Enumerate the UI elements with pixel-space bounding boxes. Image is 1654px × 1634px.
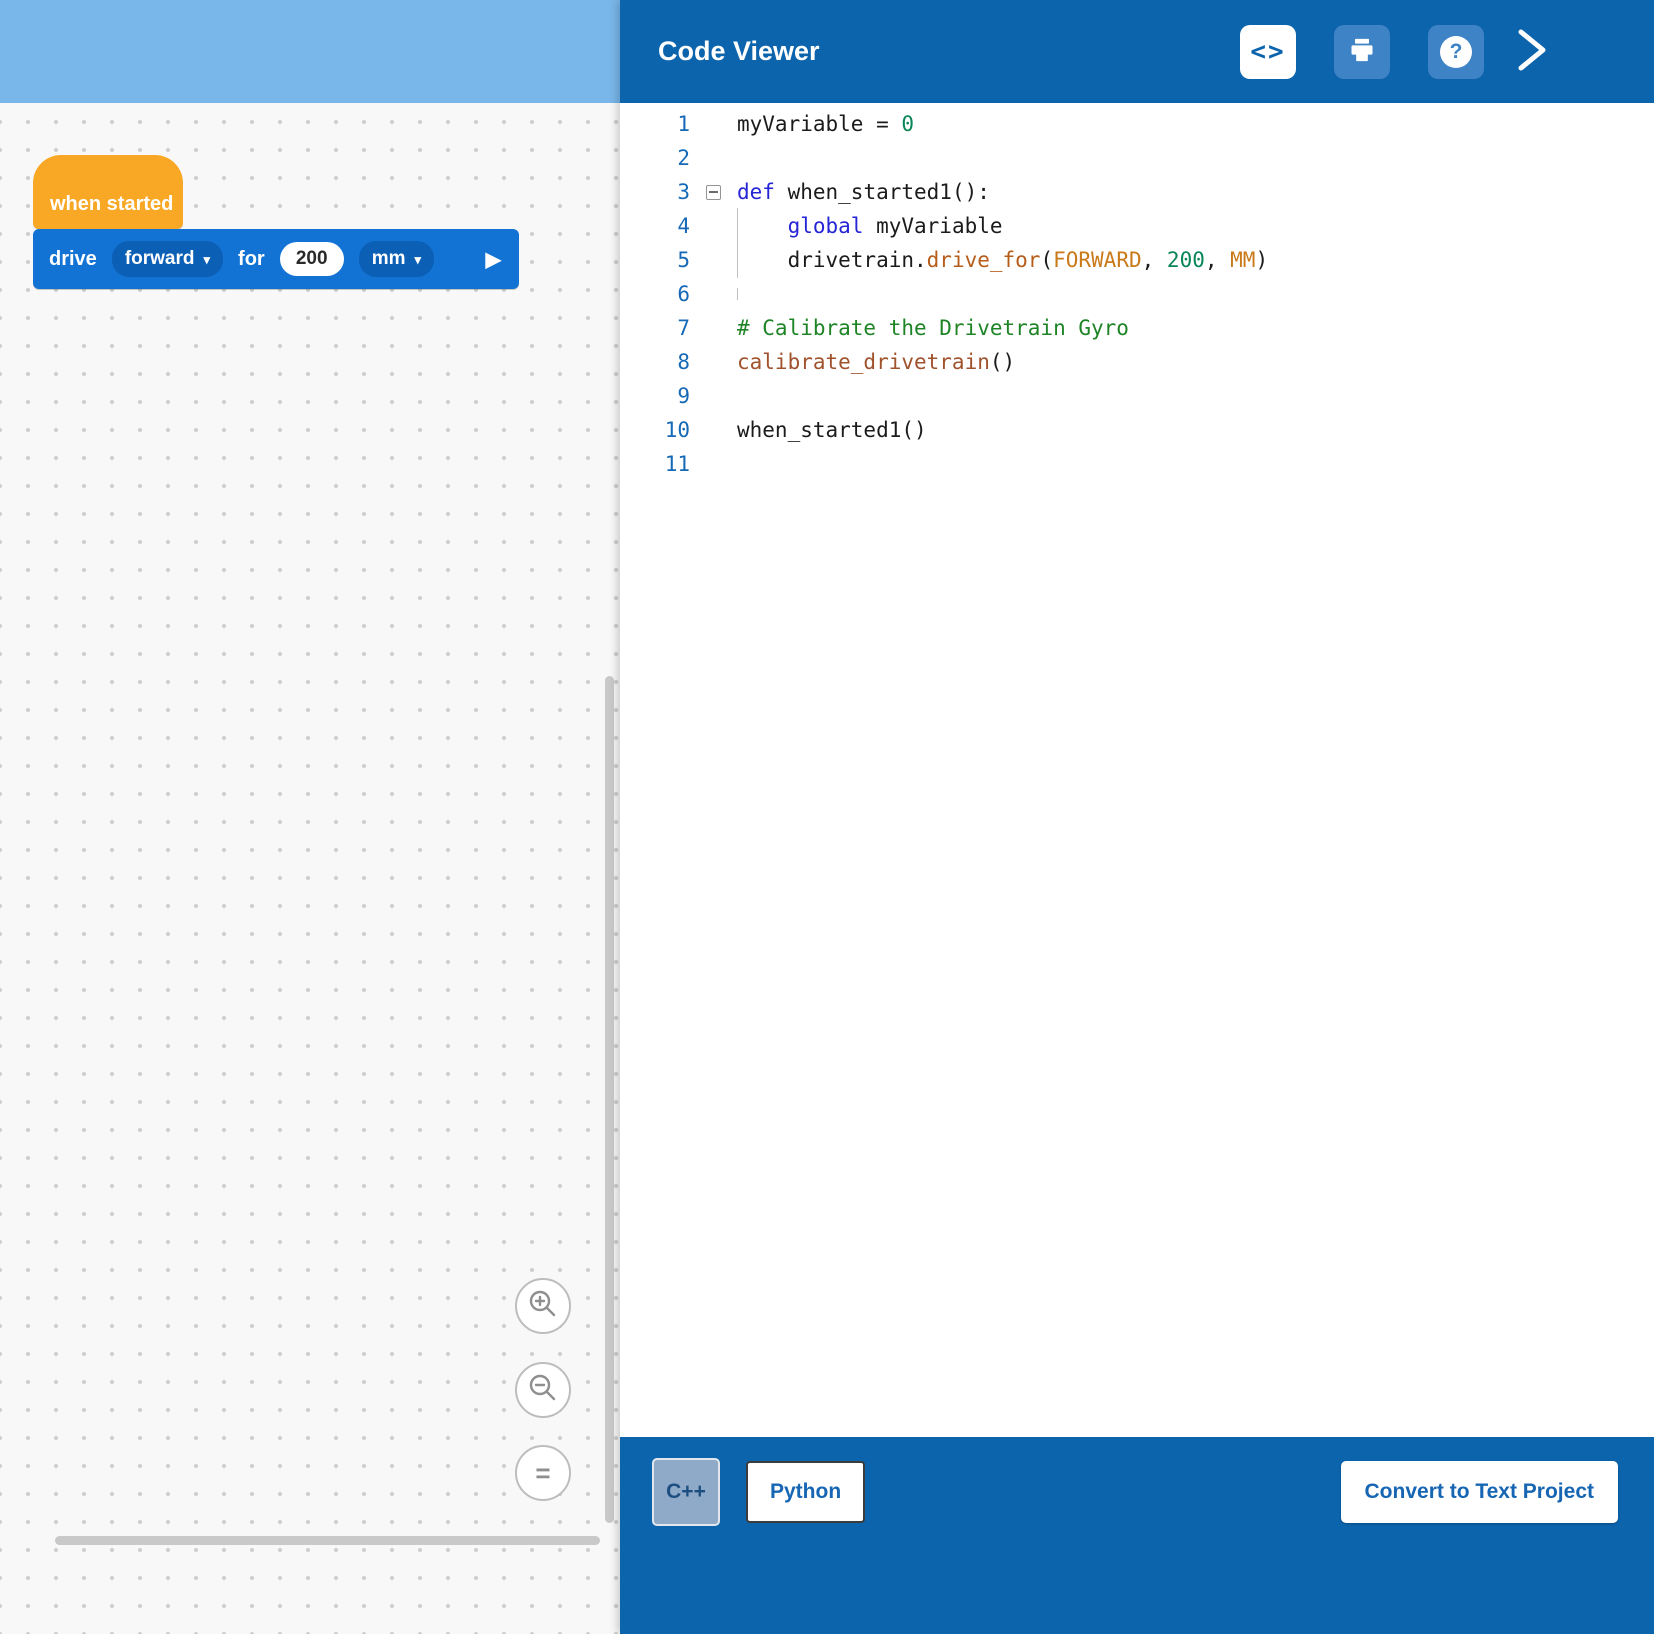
unit-value: mm: [372, 248, 406, 270]
cpp-tab-button[interactable]: C++: [652, 1458, 720, 1526]
zoom-reset-button[interactable]: =: [515, 1445, 571, 1501]
fold-gutter: [690, 447, 737, 481]
zoom-in-icon: [528, 1289, 558, 1324]
code-line: 10 when_started1(): [620, 413, 1654, 447]
code-text: global myVariable: [737, 214, 1003, 238]
print-button[interactable]: [1334, 25, 1390, 79]
code-text: def when_started1():: [737, 180, 990, 204]
code-line: 8 calibrate_drivetrain(): [620, 345, 1654, 379]
fold-gutter: [690, 379, 737, 413]
fold-toggle[interactable]: [690, 175, 737, 209]
zoom-reset-icon: =: [535, 1458, 550, 1489]
header-icons: <> ?: [1240, 25, 1484, 79]
fold-gutter: [690, 243, 737, 277]
fold-minus-icon[interactable]: [706, 185, 721, 200]
chevron-down-icon: ▾: [204, 253, 211, 266]
drive-label: drive: [49, 248, 97, 271]
code-line: 6: [620, 277, 1654, 311]
code-line: 7 # Calibrate the Drivetrain Gyro: [620, 311, 1654, 345]
zoom-out-button[interactable]: [515, 1362, 571, 1418]
line-number: 8: [620, 350, 690, 374]
for-label: for: [238, 248, 265, 271]
drive-for-block[interactable]: drive forward ▾ for 200 mm ▾ ▶: [33, 229, 519, 289]
code-line: 11: [620, 447, 1654, 481]
fold-gutter: [690, 413, 737, 447]
when-started-label: when started: [50, 193, 173, 216]
chevron-right-icon: [1514, 25, 1550, 78]
print-icon: [1348, 36, 1376, 67]
fold-gutter: [690, 345, 737, 379]
code-line: 3 def when_started1():: [620, 175, 1654, 209]
code-viewer-header: Code Viewer <> ?: [620, 0, 1654, 103]
line-number: 11: [620, 452, 690, 476]
line-number: 7: [620, 316, 690, 340]
code-line: 9: [620, 379, 1654, 413]
code-text: calibrate_drivetrain(): [737, 350, 1015, 374]
code-text: myVariable = 0: [737, 112, 914, 136]
code-icon: <>: [1250, 37, 1285, 67]
unit-dropdown[interactable]: mm ▾: [359, 241, 434, 277]
convert-to-text-project-button[interactable]: Convert to Text Project: [1341, 1461, 1618, 1523]
fold-gutter: [690, 311, 737, 345]
panel-title: Code Viewer: [658, 36, 820, 67]
horizontal-scrollbar[interactable]: [55, 1536, 600, 1545]
distance-input[interactable]: 200: [280, 242, 344, 276]
line-number: 5: [620, 248, 690, 272]
blocks-workspace[interactable]: when started drive forward ▾ for 200 mm …: [0, 0, 620, 1634]
code-line: 1 myVariable = 0: [620, 107, 1654, 141]
toolbar-strip: [0, 0, 620, 103]
line-number: 4: [620, 214, 690, 238]
code-text: drivetrain.drive_for(FORWARD, 200, MM): [737, 248, 1268, 272]
code-text: # Calibrate the Drivetrain Gyro: [737, 316, 1129, 340]
fold-gutter: [690, 209, 737, 243]
expand-block-arrow-icon[interactable]: ▶: [486, 247, 501, 272]
code-text: when_started1(): [737, 418, 927, 442]
chevron-down-icon: ▾: [415, 253, 422, 266]
code-line: 2: [620, 141, 1654, 175]
code-area: 1 myVariable = 0 2 3 def when_started1(): 4 g…: [620, 103, 1654, 1437]
code-line: 5 drivetrain.drive_for(FORWARD, 200, MM): [620, 243, 1654, 277]
direction-value: forward: [125, 248, 195, 270]
when-started-block[interactable]: when started: [33, 155, 183, 229]
line-number: 2: [620, 146, 690, 170]
direction-dropdown[interactable]: forward ▾: [112, 241, 223, 277]
fold-gutter: [690, 277, 737, 311]
line-number: 9: [620, 384, 690, 408]
code-viewer-panel: Code Viewer <> ?: [620, 0, 1654, 1634]
line-number: 1: [620, 112, 690, 136]
zoom-in-button[interactable]: [515, 1278, 571, 1334]
code-viewer-footer: C++ Python Convert to Text Project: [620, 1437, 1654, 1634]
zoom-out-icon: [528, 1373, 558, 1408]
help-button[interactable]: ?: [1428, 25, 1484, 79]
fold-gutter: [690, 141, 737, 175]
fold-gutter: [690, 107, 737, 141]
vertical-scrollbar[interactable]: [605, 676, 614, 1523]
line-number: 6: [620, 282, 690, 306]
code-line: 4 global myVariable: [620, 209, 1654, 243]
show-code-button[interactable]: <>: [1240, 25, 1296, 79]
python-tab-button[interactable]: Python: [746, 1461, 865, 1523]
line-number: 10: [620, 418, 690, 442]
collapse-panel-button[interactable]: [1514, 25, 1550, 78]
help-icon: ?: [1440, 36, 1472, 68]
line-number: 3: [620, 180, 690, 204]
